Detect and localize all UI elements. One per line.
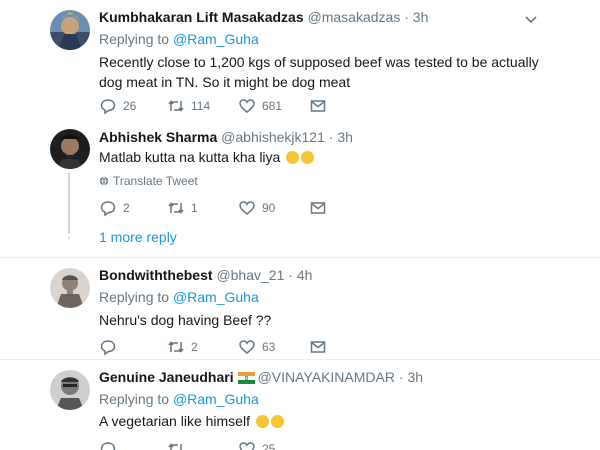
thread-dots	[66, 227, 72, 242]
heart-icon	[239, 442, 255, 450]
reply-icon	[100, 340, 116, 356]
retweet-icon	[168, 100, 184, 112]
timestamp[interactable]: 4h	[297, 267, 313, 283]
dm-button[interactable]	[309, 199, 333, 217]
more-replies-link[interactable]: 1 more reply	[99, 229, 177, 245]
user-handle[interactable]: @masakadzas	[308, 9, 401, 25]
separator-dot: ·	[398, 369, 404, 385]
tweet-3[interactable]: Bondwiththebest @bhav_21 · 4h Replying t…	[0, 258, 600, 358]
tweet-text: A vegetarian like himself	[99, 411, 544, 431]
tweet-header: Abhishek Sharma @abhishekjk121 · 3h	[99, 129, 353, 145]
tweet-actions: 2 63	[99, 338, 339, 356]
reply-count: 26	[123, 99, 137, 113]
retweet-icon	[168, 443, 182, 450]
retweet-count: 1	[191, 201, 198, 215]
retweet-button[interactable]	[167, 440, 191, 450]
display-name[interactable]: Bondwiththebest	[99, 267, 213, 283]
translate-tweet-link[interactable]: Translate Tweet	[99, 174, 198, 188]
tweet-header: Genuine Janeudhari @VINAYAKINAMDAR · 3h	[99, 369, 423, 385]
reply-icon	[100, 201, 116, 217]
avatar[interactable]	[50, 268, 90, 308]
reply-icon	[100, 442, 116, 450]
user-handle[interactable]: @abhishekjk121	[221, 129, 325, 145]
separator-dot: ·	[404, 9, 409, 25]
display-name[interactable]: Abhishek Sharma	[99, 129, 217, 145]
avatar[interactable]	[50, 10, 90, 50]
reply-button[interactable]: 2	[99, 199, 130, 217]
timestamp[interactable]: 3h	[407, 369, 423, 385]
retweet-icon	[168, 202, 184, 214]
replying-to: Replying to @Ram_Guha	[99, 289, 259, 305]
hushed-face-emoji-icon	[301, 151, 315, 164]
like-count: 25	[262, 442, 276, 450]
retweet-button[interactable]: 1	[167, 199, 198, 217]
tweet-1[interactable]: Kumbhakaran Lift Masakadzas @masakadzas …	[0, 0, 600, 125]
tweet-4[interactable]: Genuine Janeudhari @VINAYAKINAMDAR · 3h R…	[0, 360, 600, 450]
replying-label: Replying to	[99, 391, 170, 407]
tweet-text: Matlab kutta na kutta kha liya	[99, 147, 544, 167]
display-name[interactable]: Kumbhakaran Lift Masakadzas	[99, 9, 304, 25]
retweet-icon	[168, 341, 184, 353]
tweet-actions: 2 1 90	[99, 199, 339, 217]
avatar[interactable]	[50, 129, 90, 169]
like-button[interactable]: 63	[238, 338, 275, 356]
tweet-header: Kumbhakaran Lift Masakadzas @masakadzas …	[99, 9, 428, 25]
separator-dot: ·	[288, 267, 293, 283]
tweet-actions: 26 114 681	[99, 97, 339, 115]
replying-to-link[interactable]: @Ram_Guha	[173, 391, 259, 407]
like-count: 681	[262, 99, 283, 113]
heart-icon	[239, 99, 255, 113]
tweet-text-content: A vegetarian like himself	[99, 413, 250, 429]
dm-button[interactable]	[309, 338, 333, 356]
tears-of-joy-emoji-icon	[255, 415, 269, 428]
heart-icon	[239, 340, 255, 354]
like-button[interactable]: 25	[238, 440, 275, 450]
replying-to-link[interactable]: @Ram_Guha	[173, 31, 259, 47]
replying-to: Replying to @Ram_Guha	[99, 391, 259, 407]
tweet-text: Recently close to 1,200 kgs of supposed …	[99, 54, 539, 90]
like-count: 90	[262, 201, 276, 215]
timestamp[interactable]: 3h	[413, 9, 429, 25]
replying-label: Replying to	[99, 31, 170, 47]
user-handle[interactable]: @VINAYAKINAMDAR	[258, 369, 395, 385]
chevron-down-icon[interactable]	[524, 15, 538, 25]
avatar[interactable]	[50, 370, 90, 410]
tweet-actions: 25	[99, 440, 339, 450]
tweet-header: Bondwiththebest @bhav_21 · 4h	[99, 267, 312, 283]
replying-to: Replying to @Ram_Guha	[99, 31, 259, 47]
globe-icon	[99, 176, 109, 186]
reply-button[interactable]: 26	[99, 97, 136, 115]
thread-line	[68, 173, 70, 233]
dm-button[interactable]	[309, 97, 333, 115]
user-handle[interactable]: @bhav_21	[216, 267, 284, 283]
reply-icon	[100, 99, 116, 115]
hushed-face-emoji-icon	[286, 151, 300, 164]
tears-of-joy-emoji-icon	[270, 415, 284, 428]
tweet-text-content: Matlab kutta na kutta kha liya	[99, 149, 281, 165]
reply-count: 2	[123, 201, 130, 215]
replying-to-link[interactable]: @Ram_Guha	[173, 289, 259, 305]
envelope-icon	[310, 100, 326, 112]
india-flag-icon	[237, 372, 255, 384]
tweet-2[interactable]: Abhishek Sharma @abhishekjk121 · 3h Matl…	[0, 125, 600, 260]
retweet-button[interactable]: 2	[167, 338, 198, 356]
replying-label: Replying to	[99, 289, 170, 305]
separator-dot: ·	[328, 129, 334, 145]
like-count: 63	[262, 340, 276, 354]
timestamp[interactable]: 3h	[337, 129, 353, 145]
envelope-icon	[310, 202, 326, 214]
translate-label: Translate Tweet	[113, 174, 198, 188]
reply-button[interactable]	[99, 338, 123, 356]
display-name[interactable]: Genuine Janeudhari	[99, 369, 234, 385]
like-button[interactable]: 681	[238, 97, 282, 115]
retweet-count: 2	[191, 340, 198, 354]
like-button[interactable]: 90	[238, 199, 275, 217]
envelope-icon	[310, 341, 326, 353]
heart-icon	[239, 201, 255, 215]
retweet-button[interactable]: 114	[167, 97, 210, 115]
tweet-text: Nehru's dog having Beef ??	[99, 312, 272, 328]
retweet-count: 114	[191, 99, 211, 113]
reply-button[interactable]	[99, 440, 123, 450]
